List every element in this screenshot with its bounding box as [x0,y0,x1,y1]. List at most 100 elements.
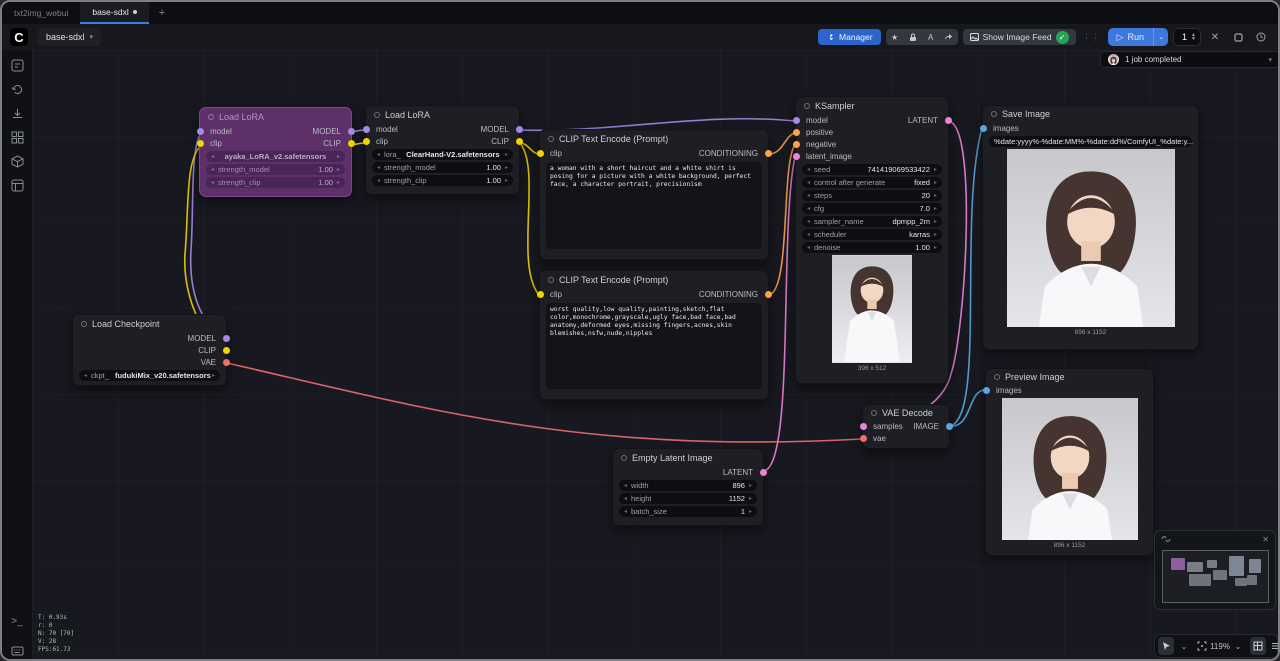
widget-prev-icon[interactable]: ◂ [377,177,380,184]
node-collapse-dot[interactable] [548,277,554,283]
widget-next-icon[interactable]: ▸ [934,192,937,199]
lock-icon[interactable] [904,29,922,45]
input-port-clip[interactable] [537,150,544,157]
widget-prev-icon[interactable]: ◂ [807,231,810,238]
output-port-latent[interactable] [945,117,952,124]
input-port-clip[interactable] [197,140,204,147]
zoom-level[interactable]: 119% [1212,637,1228,655]
node-collapse-dot[interactable] [208,114,214,120]
widget-prev-icon[interactable]: ◂ [211,179,214,186]
output-port-conditioning[interactable] [765,291,772,298]
input-port-positive[interactable] [793,129,800,136]
panel-toggle-button[interactable] [1268,637,1280,655]
input-port-clip[interactable] [537,291,544,298]
widget-next-icon[interactable]: ▸ [749,495,752,502]
widget-next-icon[interactable]: ▸ [749,482,752,489]
widget-batch-size[interactable]: ◂ batch_size 1 ▸ [619,506,757,517]
workflows-icon[interactable] [8,56,26,74]
node-collapse-dot[interactable] [374,112,380,118]
node-vae-decode[interactable]: VAE Decode samples IMAGE vae [862,404,950,449]
widget-strength-clip[interactable]: ◂ strength_clip 1.00 ▸ [206,177,345,188]
input-port-samples[interactable] [860,423,867,430]
node-collapse-dot[interactable] [621,455,627,461]
widget-prev-icon[interactable]: ◂ [807,192,810,199]
model-library-icon[interactable] [8,152,26,170]
widget-lora-name[interactable]: ◂ lora_ ClearHand-V2.safetensors ▸ [372,149,513,160]
stepper-arrows-icon[interactable]: ▲▼ [1191,33,1196,41]
widget-scheduler[interactable]: ◂ scheduler karras ▸ [802,229,942,240]
run-button[interactable]: ▷ Run [1108,28,1153,46]
drag-handle-icon[interactable]: ⋮⋮ [1081,33,1103,42]
saved-image-preview[interactable] [1007,149,1175,327]
output-port-image[interactable] [946,423,953,430]
node-collapse-dot[interactable] [991,111,997,117]
node-collapse-dot[interactable] [804,103,810,109]
output-port-conditioning[interactable] [765,150,772,157]
widget-next-icon[interactable]: ▸ [934,244,937,251]
node-load-lora[interactable]: Load LoRA model MODEL clip CLIP ◂ lora_ … [365,105,520,195]
output-port-model[interactable] [348,128,355,135]
output-port-vae[interactable] [223,359,230,366]
run-options-chevron[interactable]: ⌄ [1153,28,1168,46]
batch-count-stepper[interactable]: 1 ▲▼ [1173,28,1201,46]
zoom-options-chevron[interactable]: ⌄ [1230,637,1246,655]
node-collapse-dot[interactable] [994,374,1000,380]
workflow-selector[interactable]: base-sdxl ▾ [38,28,101,46]
widget-prev-icon[interactable]: ◂ [624,482,627,489]
output-port-latent[interactable] [760,469,767,476]
widget-next-icon[interactable]: ▸ [337,153,340,160]
input-port-clip[interactable] [363,138,370,145]
preview-image-content[interactable] [1002,398,1138,540]
widget-prev-icon[interactable]: ◂ [807,205,810,212]
node-clip-text-encode-positive[interactable]: CLIP Text Encode (Prompt) clip CONDITION… [539,129,769,260]
widget-next-icon[interactable]: ▸ [212,372,215,379]
node-preview-image[interactable]: Preview Image images 896 x 1152 [985,368,1154,556]
node-collapse-dot[interactable] [871,410,877,416]
pointer-tool-button[interactable] [1158,637,1174,655]
prompt-textarea[interactable]: worst quality,low quality,painting,sketc… [546,303,762,389]
input-port-latent-image[interactable] [793,153,800,160]
input-port-model[interactable] [197,128,204,135]
widget-prev-icon[interactable]: ◂ [807,179,810,186]
widget-prev-icon[interactable]: ◂ [377,151,380,158]
widget-prev-icon[interactable]: ◂ [624,495,627,502]
queue-history-button[interactable] [1252,28,1270,46]
widget-strength-model[interactable]: ◂ strength_model 1.00 ▸ [206,164,345,175]
widget-prev-icon[interactable]: ◂ [377,164,380,171]
widget-cfg[interactable]: ◂ cfg 7.0 ▸ [802,203,942,214]
node-ksampler[interactable]: KSampler model LATENT positive negative … [795,96,949,384]
output-port-clip[interactable] [516,138,523,145]
templates-icon[interactable] [8,176,26,194]
widget-next-icon[interactable]: ▸ [505,151,508,158]
minimap-viewport[interactable] [1162,550,1269,603]
export-icon[interactable] [8,104,26,122]
widget-prev-icon[interactable]: ◂ [807,218,810,225]
widget-next-icon[interactable]: ▸ [934,218,937,225]
tab-base-sdxl[interactable]: base-sdxl [80,2,148,24]
input-port-model[interactable] [363,126,370,133]
widget-prev-icon[interactable]: ◂ [624,508,627,515]
widget-denoise[interactable]: ◂ denoise 1.00 ▸ [802,242,942,253]
widget-next-icon[interactable]: ▸ [337,179,340,186]
widget-prev-icon[interactable]: ◂ [807,244,810,251]
widget-prev-icon[interactable]: ◂ [807,166,810,173]
widget-strength-model[interactable]: ◂ strength_model 1.00 ▸ [372,162,513,173]
widget-seed[interactable]: ◂ seed 741419069533422 ▸ [802,164,942,175]
node-library-icon[interactable] [8,128,26,146]
widget-next-icon[interactable]: ▸ [934,205,937,212]
output-port-model[interactable] [223,335,230,342]
comfyui-logo[interactable]: C [10,28,28,46]
input-port-negative[interactable] [793,141,800,148]
node-clip-text-encode-negative[interactable]: CLIP Text Encode (Prompt) clip CONDITION… [539,270,769,400]
feed-toggle-on-icon[interactable]: ✓ [1056,31,1069,44]
tool-options-chevron[interactable]: ⌄ [1176,637,1192,655]
share-icon[interactable] [940,29,958,45]
fit-view-button[interactable] [1194,637,1210,655]
widget-next-icon[interactable]: ▸ [505,164,508,171]
new-tab-button[interactable]: + [149,2,175,24]
stop-button[interactable] [1229,28,1247,46]
minimap-toggle-button[interactable] [1250,637,1266,655]
widget-next-icon[interactable]: ▸ [934,166,937,173]
shortcuts-icon[interactable] [8,642,26,660]
input-port-images[interactable] [980,125,987,132]
